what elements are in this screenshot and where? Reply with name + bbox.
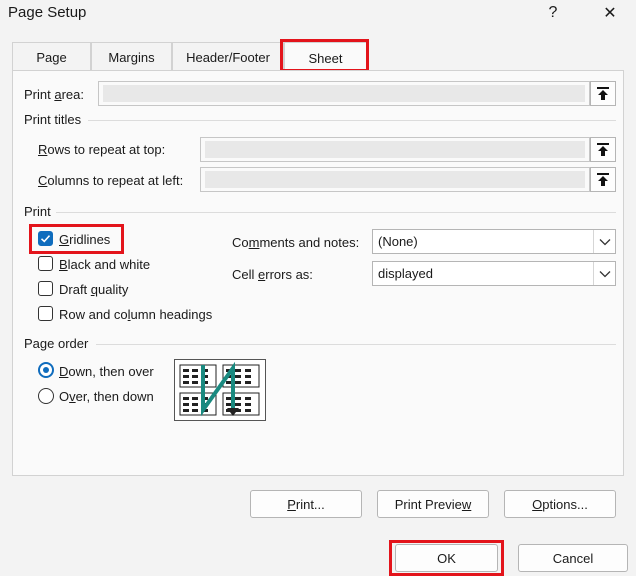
columns-repeat-collapse-button[interactable] [590, 167, 616, 192]
print-button[interactable]: Print... [250, 490, 362, 518]
page-order-divider [96, 344, 616, 345]
comments-label: Comments and notes: [232, 235, 360, 250]
down-then-over-radio[interactable] [38, 362, 54, 378]
tab-sheet[interactable]: Sheet [284, 42, 367, 73]
help-button[interactable]: ? [533, 0, 573, 26]
tab-header-footer[interactable]: Header/Footer [172, 42, 284, 71]
print-area-input[interactable] [98, 81, 590, 106]
black-white-label: Black and white [59, 257, 151, 272]
columns-repeat-label: Columns to repeat at left: [38, 173, 184, 188]
close-button[interactable]: ✕ [590, 0, 630, 26]
draft-quality-label: Draft quality [59, 282, 129, 297]
black-white-checkbox[interactable] [38, 256, 53, 271]
dialog-title: Page Setup [8, 4, 87, 21]
down-then-over-label: Down, then over [59, 364, 154, 379]
cell-errors-value: displayed [378, 266, 433, 281]
comments-dropdown[interactable]: (None) [372, 229, 616, 254]
print-preview-button[interactable]: Print Previe w [377, 490, 489, 518]
print-heading: Print [24, 204, 51, 219]
ok-button[interactable]: OK [395, 544, 498, 572]
draft-quality-checkbox[interactable] [38, 281, 53, 296]
checkmark-icon [40, 235, 51, 243]
comments-value: (None) [378, 234, 418, 249]
page-order-preview [174, 359, 266, 421]
print-titles-heading: Print titles [24, 112, 82, 127]
cell-errors-dropdown[interactable]: displayed [372, 261, 616, 286]
over-then-down-label: Over, then down [59, 389, 154, 404]
cell-errors-label: Cell errors as: [232, 267, 313, 282]
options-button[interactable]: Options... [504, 490, 616, 518]
rows-repeat-input[interactable] [200, 137, 590, 162]
row-column-headings-label: Row and column headings [59, 307, 213, 322]
collapse-arrow-icon [597, 86, 609, 100]
tab-margins[interactable]: Margins [91, 42, 172, 71]
page-order-heading: Page order [24, 336, 89, 351]
collapse-arrow-icon [597, 142, 609, 156]
columns-repeat-input[interactable] [200, 167, 590, 192]
print-area-collapse-button[interactable] [590, 81, 616, 106]
gridlines-label: Gridlines [59, 232, 111, 247]
gridlines-checkbox[interactable] [38, 231, 53, 246]
print-area-label: Print area: [24, 87, 84, 102]
tab-page[interactable]: Page [12, 42, 91, 71]
chevron-down-icon [593, 230, 615, 253]
rows-repeat-collapse-button[interactable] [590, 137, 616, 162]
cancel-button[interactable]: Cancel [518, 544, 628, 572]
row-column-headings-checkbox[interactable] [38, 306, 53, 321]
collapse-arrow-icon [597, 172, 609, 186]
page-order-diagram-icon [179, 361, 260, 417]
over-then-down-radio[interactable] [38, 388, 54, 404]
print-titles-divider [88, 120, 616, 121]
rows-repeat-label: Rows to repeat at top: [38, 142, 166, 157]
print-divider [56, 212, 616, 213]
chevron-down-icon [593, 262, 615, 285]
